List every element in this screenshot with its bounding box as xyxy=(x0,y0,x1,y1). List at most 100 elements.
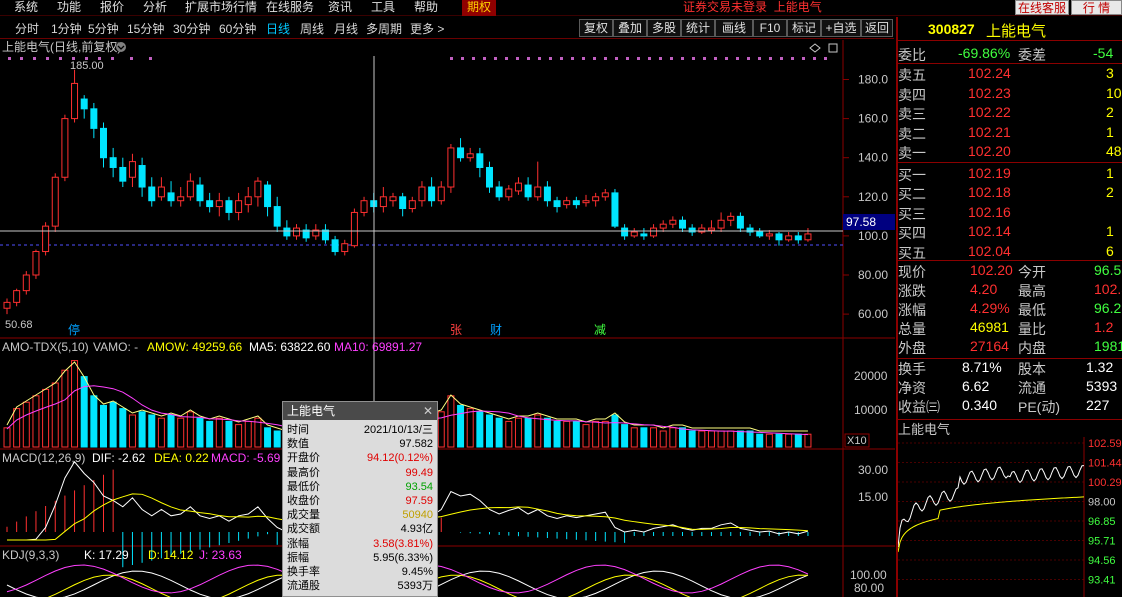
candle-body xyxy=(785,235,793,241)
back-button[interactable]: 返回 xyxy=(861,19,893,37)
stat-label: 现价 xyxy=(898,264,926,280)
candle-body xyxy=(572,200,580,206)
popup-row-label: 振幅 xyxy=(287,551,309,564)
volume-bar xyxy=(273,430,281,448)
period-monthly[interactable]: 月线 xyxy=(334,20,358,37)
quote-button[interactable]: 行 情 xyxy=(1071,0,1122,15)
candle-body xyxy=(514,182,522,192)
menu-online-service[interactable]: 在线服务 xyxy=(266,0,314,15)
intraday-mini-chart[interactable]: 102.59 101.44 100.29 98.00 96.85 95.71 94.56 93… xyxy=(898,437,1122,597)
period-60min[interactable]: 60分钟 xyxy=(219,20,256,37)
menu-help[interactable]: 帮助 xyxy=(414,0,438,15)
mini-axis-tick: 93.41 xyxy=(1088,575,1116,587)
event-dot xyxy=(637,57,640,60)
volume-bar xyxy=(109,401,117,448)
candle-body xyxy=(775,233,783,241)
online-service-button[interactable]: 在线客服 xyxy=(1015,0,1069,15)
order-level-label: 买四 xyxy=(898,225,926,241)
candle-body xyxy=(148,186,156,202)
volume-bar xyxy=(650,427,658,448)
candle-body xyxy=(428,186,436,202)
order-level-label: 买二 xyxy=(898,186,926,202)
high-price-label: 185.00 xyxy=(70,60,104,72)
candle-body xyxy=(592,196,600,202)
menu-function[interactable]: 功能 xyxy=(57,0,81,15)
stat-label: 净资 xyxy=(898,380,926,396)
popup-row-value: 97.582 xyxy=(399,438,433,451)
period-more[interactable]: 更多 > xyxy=(410,20,444,37)
event-dot xyxy=(450,57,453,60)
marker-halt[interactable]: 停 xyxy=(68,322,80,337)
candle-body xyxy=(157,186,165,198)
price-axis: 180.0 160.0 140.0 120.0 100.0 80.00 60.00 xyxy=(843,73,888,321)
volume-bar xyxy=(524,417,532,448)
volume-bar xyxy=(669,427,677,448)
period-daily[interactable]: 日线 xyxy=(266,20,290,37)
mark-button[interactable]: 标记 xyxy=(787,19,821,37)
candle-body xyxy=(379,196,387,208)
event-dot xyxy=(494,57,497,60)
candle-body xyxy=(717,219,725,229)
f10-button[interactable]: F10 xyxy=(753,19,787,37)
volume-bar xyxy=(592,420,600,448)
popup-row-label: 成交额 xyxy=(287,523,320,536)
event-dot xyxy=(516,57,519,60)
volume-bar xyxy=(148,414,156,448)
close-icon[interactable]: ✕ xyxy=(423,402,433,420)
volume-bar xyxy=(707,430,715,448)
period-1min[interactable]: 1分钟 xyxy=(51,20,82,37)
period-15min[interactable]: 15分钟 xyxy=(127,20,164,37)
popup-row-value: 50940 xyxy=(402,509,433,522)
event-dot xyxy=(692,57,695,60)
popup-row-value: 99.49 xyxy=(405,466,433,479)
period-intraday[interactable]: 分时 xyxy=(15,20,39,37)
menu-options[interactable]: 期权 xyxy=(462,0,496,16)
candle-body xyxy=(42,225,50,253)
menu-system[interactable]: 系统 xyxy=(14,0,38,15)
popup-row: 涨幅 3.58(3.81%) xyxy=(283,538,437,550)
volume-bar xyxy=(756,433,764,448)
overlay-button[interactable]: 叠加 xyxy=(613,19,647,37)
menu-quote[interactable]: 报价 xyxy=(100,0,124,15)
candle-body xyxy=(254,180,262,198)
event-dot xyxy=(560,57,563,60)
marker-finance[interactable]: 财 xyxy=(490,323,502,337)
menu-news[interactable]: 资讯 xyxy=(328,0,352,15)
candle-body xyxy=(196,184,204,202)
stock-chart-area[interactable]: 上能电气(日线,前复权) 180.0 160.0 140.0 120.0 100.0 80… xyxy=(0,40,895,597)
mini-axis-tick: 102.59 xyxy=(1088,438,1122,450)
marker-reduce[interactable]: 减 xyxy=(594,323,606,337)
period-5min[interactable]: 5分钟 xyxy=(88,20,119,37)
period-30min[interactable]: 30分钟 xyxy=(173,20,210,37)
candles xyxy=(3,69,812,315)
drawing-button[interactable]: 画线 xyxy=(715,19,753,37)
volume-bar xyxy=(128,414,136,448)
period-multi[interactable]: 多周期 xyxy=(366,20,402,37)
dropdown-chevron-icon[interactable] xyxy=(116,42,126,52)
adjust-button[interactable]: 复权 xyxy=(579,19,613,37)
stock-name: 上能电气 xyxy=(986,23,1047,40)
diamond-icon[interactable] xyxy=(809,43,821,53)
menu-tools[interactable]: 工具 xyxy=(371,0,395,15)
statistics-button[interactable]: 统计 xyxy=(681,19,715,37)
event-dot xyxy=(472,57,475,60)
maximize-icon[interactable] xyxy=(828,43,838,53)
marker-limit-up[interactable]: 张 xyxy=(450,323,462,337)
volume-bar xyxy=(3,427,11,448)
popup-row-label: 涨幅 xyxy=(287,537,309,550)
popup-row: 最低价 93.54 xyxy=(283,481,437,493)
price-axis-tick: 180.0 xyxy=(858,73,888,87)
stat-label: 涨幅 xyxy=(898,302,926,318)
period-weekly[interactable]: 周线 xyxy=(300,20,324,37)
multi-stock-button[interactable]: 多股 xyxy=(647,19,681,37)
main-chart-title: 上能电气(日线,前复权) xyxy=(2,40,121,54)
volume-bar xyxy=(717,430,725,448)
add-watchlist-button[interactable]: +自选 xyxy=(821,19,861,37)
kdj-title: KDJ(9,3,3) xyxy=(2,548,59,562)
volume-bar xyxy=(659,430,667,448)
candle-body xyxy=(225,200,233,213)
menu-analysis[interactable]: 分析 xyxy=(143,0,167,15)
mini-avg-line xyxy=(898,496,1085,553)
menu-extended-market[interactable]: 扩展市场行情 xyxy=(185,0,257,15)
popup-row-value: 97.59 xyxy=(405,495,433,507)
